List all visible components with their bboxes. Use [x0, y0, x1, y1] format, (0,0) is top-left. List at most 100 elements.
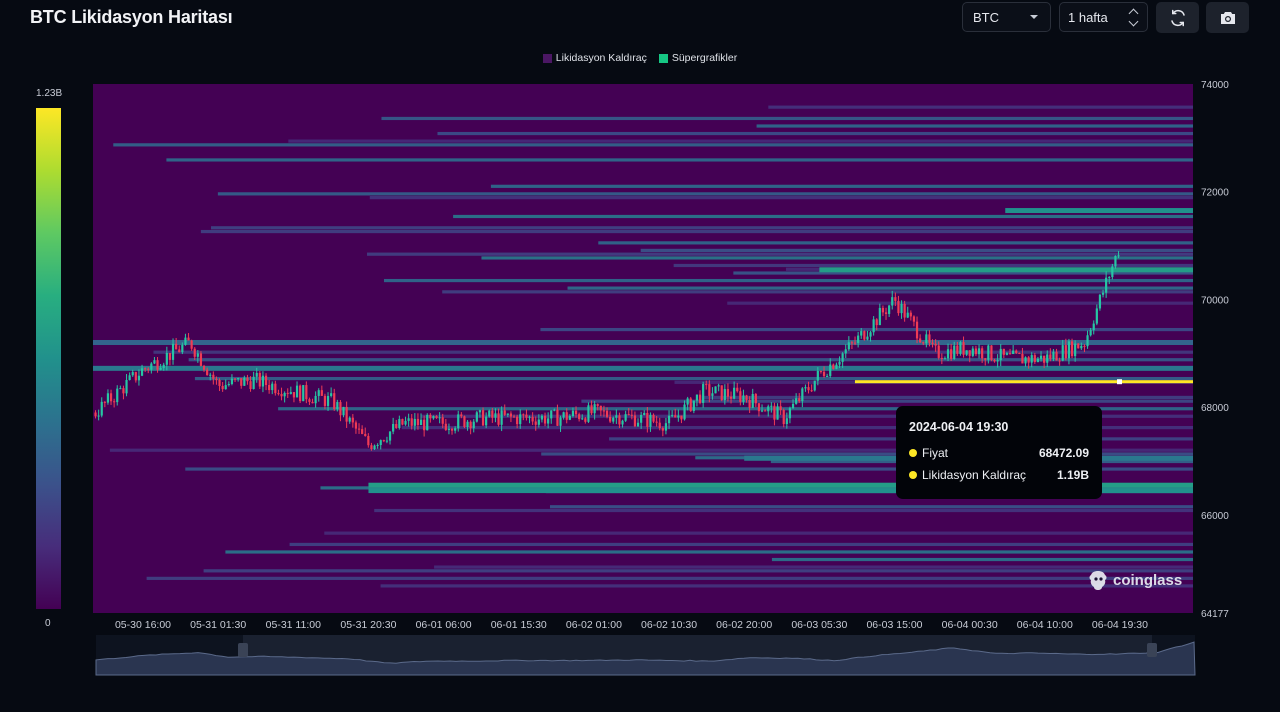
liquidation-band: [756, 124, 1193, 128]
candle-body: [832, 364, 835, 369]
candle-body: [202, 365, 206, 370]
candle-body: [209, 374, 212, 376]
candle-body: [175, 343, 178, 350]
candle-body: [649, 414, 652, 427]
liquidation-band: [203, 569, 1193, 573]
candle-body: [243, 377, 246, 386]
candle-body: [395, 424, 398, 428]
candle-body: [382, 440, 385, 442]
candle-body: [1018, 352, 1021, 354]
candle-body: [547, 418, 550, 424]
candle-body: [940, 357, 943, 359]
candle-body: [398, 419, 401, 428]
candle-body: [379, 440, 382, 445]
liquidation-band: [701, 395, 1193, 400]
candle-body: [729, 396, 733, 399]
candle-body: [311, 401, 314, 404]
candle-body: [392, 424, 395, 432]
liquidation-band: [288, 139, 1193, 143]
candle-body: [475, 412, 478, 422]
candle-body: [813, 380, 816, 391]
candle-body: [429, 414, 432, 419]
liquidation-band: [381, 116, 1193, 121]
liquidation-band: [374, 508, 1193, 513]
x-axis-tick-label: 06-01 15:30: [491, 619, 547, 631]
candle-body: [857, 335, 860, 343]
candle-body: [540, 415, 544, 420]
candle-body: [1086, 335, 1089, 347]
candle-body: [463, 416, 466, 427]
candle-body: [488, 410, 491, 417]
candle-body: [943, 358, 947, 360]
candle-body: [323, 395, 327, 406]
candle-body: [100, 401, 103, 416]
candle-body: [841, 353, 844, 362]
candle-body: [531, 416, 534, 422]
candle-body: [156, 360, 159, 370]
candle-body: [252, 376, 255, 390]
liquidation-band: [366, 252, 1193, 256]
liquidation-band: [567, 286, 1193, 290]
candle-body: [822, 371, 826, 377]
tooltip-title: 2024-06-04 19:30: [909, 420, 1009, 434]
candle-body: [237, 378, 240, 380]
candle-body: [977, 348, 981, 355]
liquidation-band: [166, 158, 1193, 162]
tooltip-leverage-value: 1.19B: [1056, 468, 1089, 482]
liquidation-band-strong: [1005, 208, 1193, 214]
candle-body: [249, 381, 252, 390]
candle-body: [990, 345, 993, 360]
candle-body: [962, 342, 965, 355]
tooltip-dot-icon: [909, 449, 917, 457]
liquidation-band-strong: [819, 267, 1193, 273]
candle-body: [240, 378, 243, 386]
tooltip-row-price: Fiyat 68472.09: [909, 446, 1089, 460]
candle-body: [299, 385, 302, 402]
liquidation-band: [188, 358, 1194, 362]
candle-body: [683, 404, 686, 420]
candle-body: [168, 352, 172, 360]
candle-body: [717, 385, 720, 387]
candle-body: [965, 350, 968, 355]
x-axis-tick-label: 06-03 05:30: [791, 619, 847, 631]
candle-body: [255, 372, 258, 377]
candle-body: [125, 379, 128, 394]
candle-body: [884, 312, 888, 314]
y-axis-tick-label: 66000: [1201, 511, 1229, 522]
candle-body: [779, 406, 782, 411]
candle-body: [416, 418, 420, 426]
candle-body: [974, 348, 978, 355]
liquidation-band-strong: [93, 365, 1193, 371]
liquidation-band: [549, 505, 1193, 509]
candle-body: [819, 370, 823, 372]
candle-body: [640, 414, 643, 423]
candle-body: [891, 297, 894, 306]
candle-body: [1111, 266, 1114, 278]
liquidation-heatmap-chart[interactable]: 74000 72000 70000 68000 66000 64177 05-30 16:0…: [0, 0, 1280, 712]
candle-body: [776, 406, 779, 420]
candle-body: [94, 412, 97, 417]
liquidation-band: [200, 229, 1193, 234]
candle-body: [171, 343, 175, 360]
candle-body: [757, 403, 761, 412]
liquidation-band: [217, 192, 1193, 196]
candle-body: [1074, 343, 1077, 357]
candle-body: [720, 385, 723, 401]
candle-body: [602, 410, 606, 412]
candle-body: [686, 398, 689, 405]
candle-body: [426, 414, 429, 431]
x-axis-tick-label: 06-01 06:00: [416, 619, 472, 631]
candle-body: [147, 368, 150, 370]
candle-body: [894, 297, 897, 301]
candle-body: [1092, 323, 1095, 331]
candle-body: [785, 418, 788, 425]
candle-body: [987, 345, 990, 360]
candle-body: [286, 392, 289, 394]
candle-body: [878, 307, 881, 326]
candle-body: [512, 416, 516, 418]
y-axis-tick-label: 68000: [1201, 403, 1229, 414]
liquidation-band: [324, 531, 1193, 535]
liquidation-band: [598, 241, 1193, 245]
candle-body: [708, 384, 711, 396]
y-axis-tick-label: 70000: [1201, 295, 1229, 306]
